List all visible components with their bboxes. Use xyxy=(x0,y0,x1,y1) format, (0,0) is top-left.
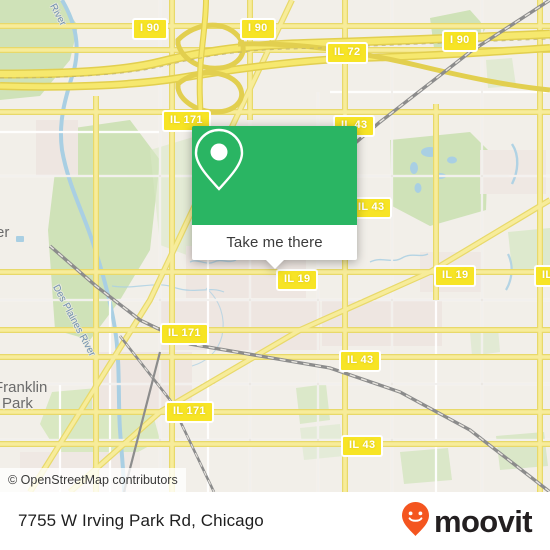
take-me-there-label: Take me there xyxy=(226,234,323,251)
place-label-franklin: Franklin xyxy=(0,379,48,396)
road-shield-i90-c: I 90 xyxy=(442,30,478,52)
road-shield-il171-b: IL 171 xyxy=(160,323,209,345)
road-shield-i90-a: I 90 xyxy=(132,18,168,40)
popup-header xyxy=(192,126,357,225)
road-shield-i90-b: I 90 xyxy=(240,18,276,40)
place-label-park: Park xyxy=(2,395,33,412)
attribution-text: © OpenStreetMap contributors xyxy=(8,473,178,487)
moovit-pin-smiley-icon xyxy=(401,501,429,541)
place-label-clipped-left: er xyxy=(0,224,10,241)
map-screenshot: Des Plaines River River Franklin Park er… xyxy=(0,0,550,550)
destination-popup-card[interactable]: Take me there xyxy=(192,126,357,269)
popup-footer[interactable]: Take me there xyxy=(192,225,357,269)
road-shield-il171-c: IL 171 xyxy=(165,401,214,423)
map-canvas[interactable]: Des Plaines River River Franklin Park er… xyxy=(0,0,550,492)
moovit-wordmark: moovit xyxy=(433,503,533,539)
moovit-logo[interactable]: moovit xyxy=(401,501,533,541)
map-attribution[interactable]: © OpenStreetMap contributors xyxy=(0,468,186,492)
road-shield-il43-c: IL 43 xyxy=(339,350,382,372)
road-shield-il43-d: IL 43 xyxy=(341,435,384,457)
road-shield-il19-a: IL 19 xyxy=(276,269,319,291)
footer-bar: 7755 W Irving Park Rd, Chicago moovit xyxy=(0,492,550,550)
popup-pointer-tail xyxy=(265,260,284,269)
road-shield-il19-b: IL 19 xyxy=(434,265,477,287)
road-shield-il72: IL 72 xyxy=(326,42,369,64)
address-label: 7755 W Irving Park Rd, Chicago xyxy=(18,511,264,530)
road-shield-il-clipped: IL xyxy=(534,265,550,287)
